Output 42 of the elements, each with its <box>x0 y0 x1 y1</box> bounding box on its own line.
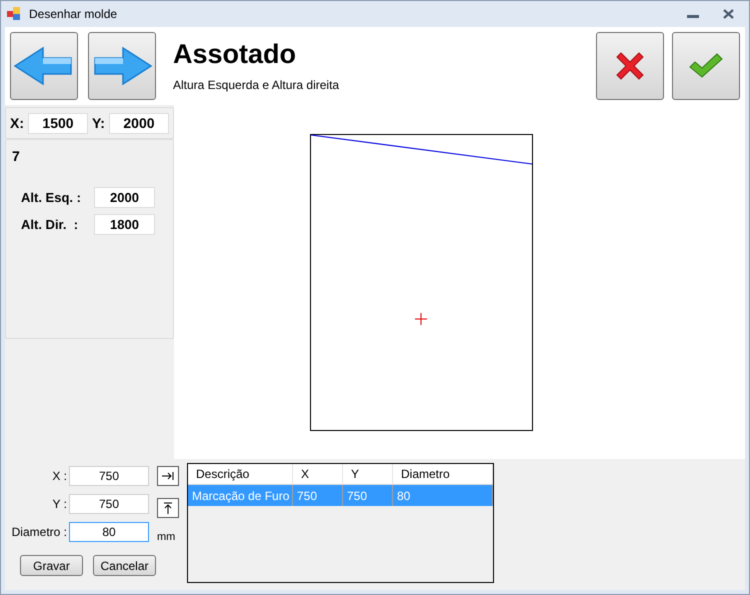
cancel-form-button[interactable]: Cancelar <box>93 555 156 576</box>
input-field[interactable]: 750 <box>69 494 149 514</box>
step-title: Assotado <box>173 38 298 70</box>
table-cell: 750 <box>293 485 343 506</box>
column-header[interactable]: Y <box>343 464 393 484</box>
height-field[interactable]: 1800 <box>94 214 155 235</box>
field-label: X : <box>51 468 68 485</box>
confirm-button[interactable] <box>672 32 740 100</box>
step-number: 7 <box>12 147 21 166</box>
column-header[interactable]: Diametro <box>393 464 493 484</box>
coordinate-label: X: <box>10 114 24 132</box>
arrow-to-line-icon <box>164 502 172 514</box>
checkmark-icon <box>689 53 723 79</box>
minimize-icon[interactable] <box>687 15 699 19</box>
coordinate-field[interactable]: 1500 <box>28 112 88 134</box>
table-cell: 80 <box>393 485 493 506</box>
input-field[interactable]: 80 <box>69 522 149 542</box>
back-button[interactable] <box>10 32 78 100</box>
coordinate-field[interactable]: 2000 <box>108 112 169 134</box>
app-icon <box>7 7 21 21</box>
align-top-button[interactable] <box>157 498 179 518</box>
input-field[interactable]: 750 <box>69 466 149 486</box>
cancel-button[interactable] <box>596 32 664 100</box>
field-label: Diametro : <box>10 524 68 541</box>
field-label: Alt. Esq. : <box>21 188 82 207</box>
window-title: Desenhar molde <box>29 6 118 23</box>
column-header[interactable]: X <box>293 464 343 484</box>
unit-label: mm <box>157 530 176 545</box>
field-label: Alt. Dir. : <box>21 216 80 234</box>
close-icon[interactable] <box>723 9 734 19</box>
table-cell: Marcação de Furo <box>188 485 293 506</box>
step-description: Altura Esquerda e Altura direita <box>173 77 340 94</box>
coordinate-label: Y: <box>92 114 105 132</box>
field-label: Y : <box>52 496 68 513</box>
arrow-to-line-icon <box>162 472 174 480</box>
height-field[interactable]: 2000 <box>94 187 155 208</box>
left-arrow-icon <box>13 46 75 86</box>
save-button[interactable]: Gravar <box>20 555 83 576</box>
align-right-button[interactable] <box>157 466 179 486</box>
column-header[interactable]: Descrição <box>188 464 293 484</box>
table-cell: 750 <box>343 485 393 506</box>
forward-button[interactable] <box>88 32 156 100</box>
